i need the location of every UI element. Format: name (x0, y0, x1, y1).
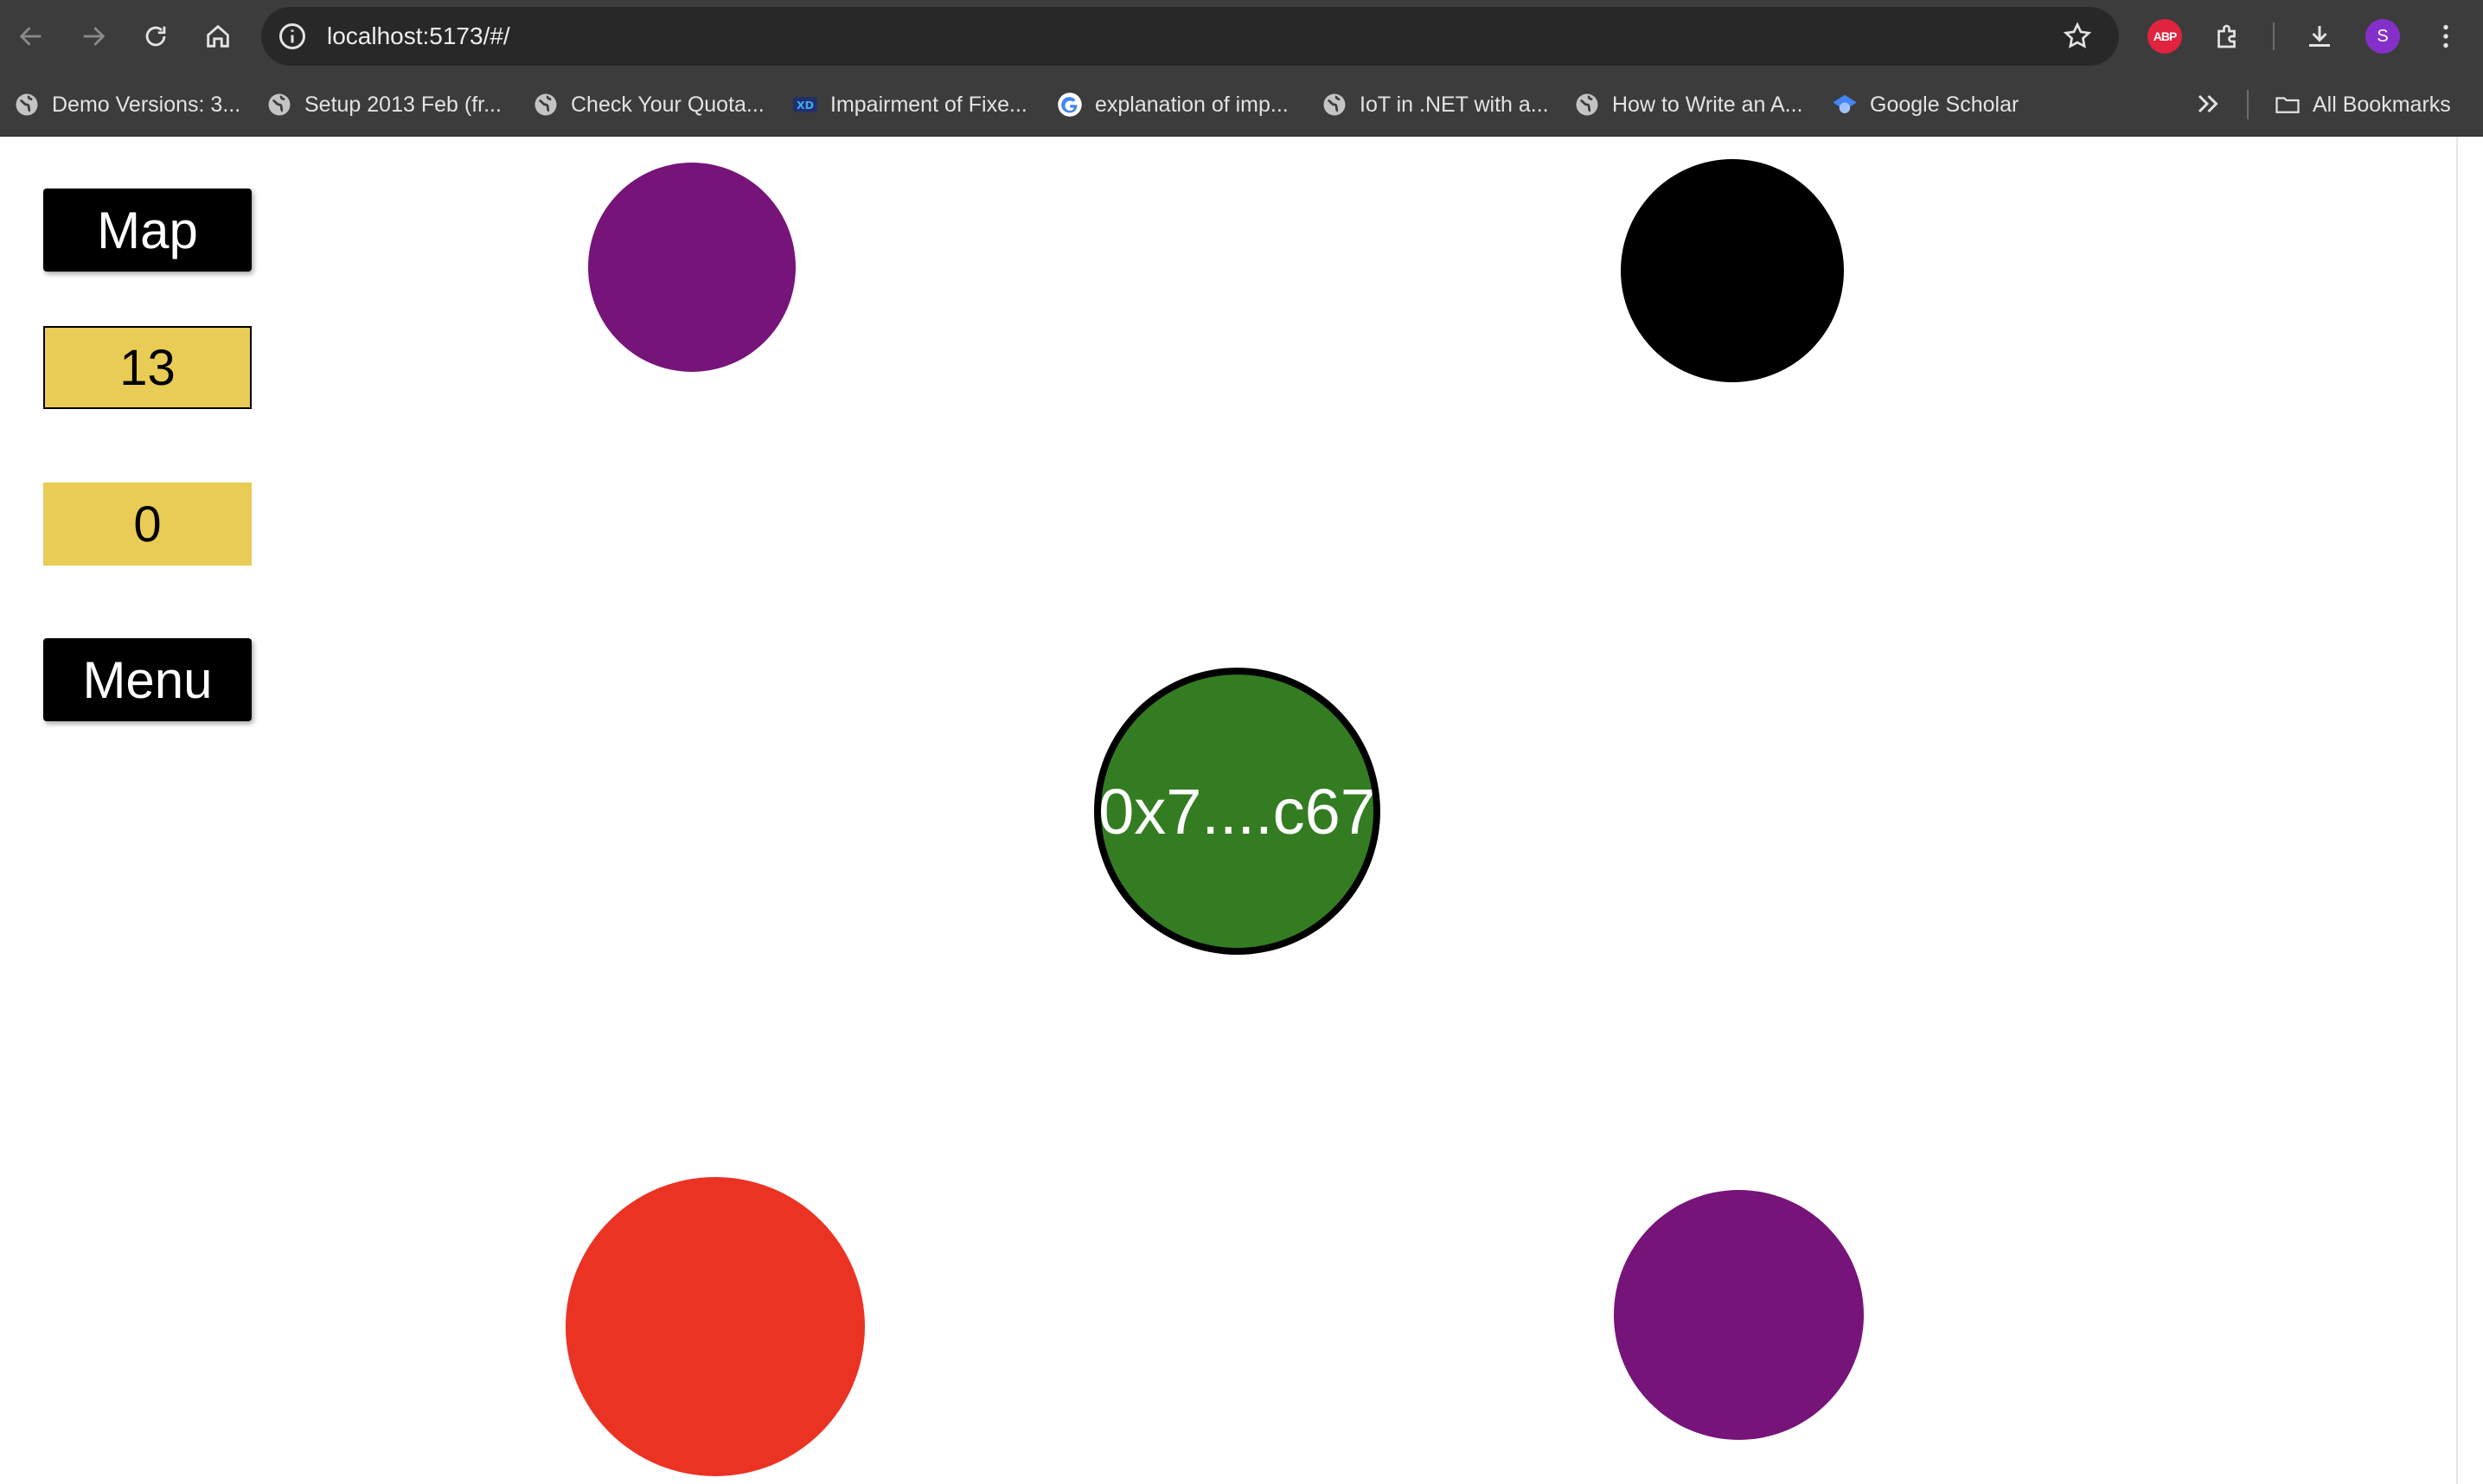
globe-icon (534, 93, 557, 116)
globe-icon (16, 93, 38, 116)
scholar-icon (1833, 94, 1857, 113)
bookmark-item[interactable]: explanation of imp... (1057, 73, 1289, 137)
folder-icon (2275, 97, 2300, 113)
back-arrow-icon (19, 27, 42, 46)
bookmark-item[interactable]: Demo Versions: 3... (14, 73, 240, 137)
reload-icon (145, 26, 166, 47)
bookmark-label: Demo Versions: 3... (52, 92, 241, 117)
bookmark-label: Check Your Quota... (571, 92, 765, 117)
player-token[interactable]: 0x7....c67 (1094, 668, 1380, 955)
bookmark-label: Google Scholar (1870, 92, 2019, 117)
bookmark-item[interactable]: XD Impairment of Fixe... (792, 73, 1027, 137)
bookmark-star-icon[interactable] (2062, 21, 2093, 52)
forward-button[interactable] (69, 12, 118, 61)
map-button[interactable]: Map (43, 189, 252, 272)
back-button[interactable] (7, 12, 55, 61)
bookmark-item[interactable]: Setup 2013 Feb (fr... (266, 73, 502, 137)
profile-avatar[interactable]: S (2365, 19, 2400, 54)
all-bookmarks-label: All Bookmarks (2313, 92, 2451, 117)
bookmarks-divider (2247, 90, 2249, 119)
site-info-icon[interactable] (277, 21, 308, 52)
bookmark-label: IoT in .NET with a... (1360, 92, 1549, 117)
purple-circle-top[interactable] (588, 163, 796, 372)
globe-icon (1576, 93, 1598, 116)
downloads-icon[interactable] (2301, 17, 2339, 55)
svg-text:XD: XD (797, 99, 814, 112)
globe-icon (1323, 93, 1346, 116)
purple-circle-bottom[interactable] (1614, 1190, 1864, 1440)
scrollbar-track (2456, 137, 2458, 1484)
url-text: localhost:5173/#/ (327, 22, 510, 49)
bookmark-item[interactable]: Check Your Quota... (533, 73, 765, 137)
bookmark-item[interactable]: How to Write an A... (1574, 73, 1802, 137)
bookmark-item[interactable]: IoT in .NET with a... (1321, 73, 1549, 137)
bookmark-label: Impairment of Fixe... (830, 92, 1027, 117)
bookmark-label: How to Write an A... (1612, 92, 1803, 117)
toolbar-divider (2273, 22, 2275, 50)
all-bookmarks-button[interactable]: All Bookmarks (2275, 73, 2451, 137)
extensions-puzzle-icon[interactable] (2209, 17, 2247, 55)
menu-button[interactable]: Menu (43, 638, 252, 721)
red-circle[interactable] (566, 1177, 865, 1476)
google-icon (1058, 93, 1082, 117)
browser-toolbar: localhost:5173/#/ ABP S (0, 0, 2483, 73)
kebab-menu-icon[interactable] (2427, 17, 2465, 55)
chevron-double-right-icon[interactable] (2192, 88, 2223, 119)
bookmark-item[interactable]: Google Scholar (1832, 73, 2019, 137)
secondary-counter: 0 (43, 483, 252, 566)
score-counter: 13 (43, 326, 252, 409)
reload-button[interactable] (131, 12, 180, 61)
adblock-extension-icon[interactable]: ABP (2147, 19, 2182, 54)
home-button[interactable] (194, 12, 242, 61)
bookmark-label: explanation of imp... (1095, 92, 1289, 117)
bookmark-label: Setup 2013 Feb (fr... (304, 92, 502, 117)
black-circle[interactable] (1621, 159, 1844, 382)
address-bar[interactable]: localhost:5173/#/ (261, 7, 2119, 66)
player-address-label: 0x7....c67 (1098, 775, 1376, 848)
game-page: Map 13 0 Menu 0x7....c67 (0, 137, 2483, 1484)
home-icon (207, 24, 229, 48)
globe-icon (268, 93, 291, 116)
xd-icon: XD (793, 97, 817, 112)
bookmarks-bar: Demo Versions: 3... Setup 2013 Feb (fr..… (0, 73, 2483, 137)
forward-arrow-icon (83, 27, 106, 46)
